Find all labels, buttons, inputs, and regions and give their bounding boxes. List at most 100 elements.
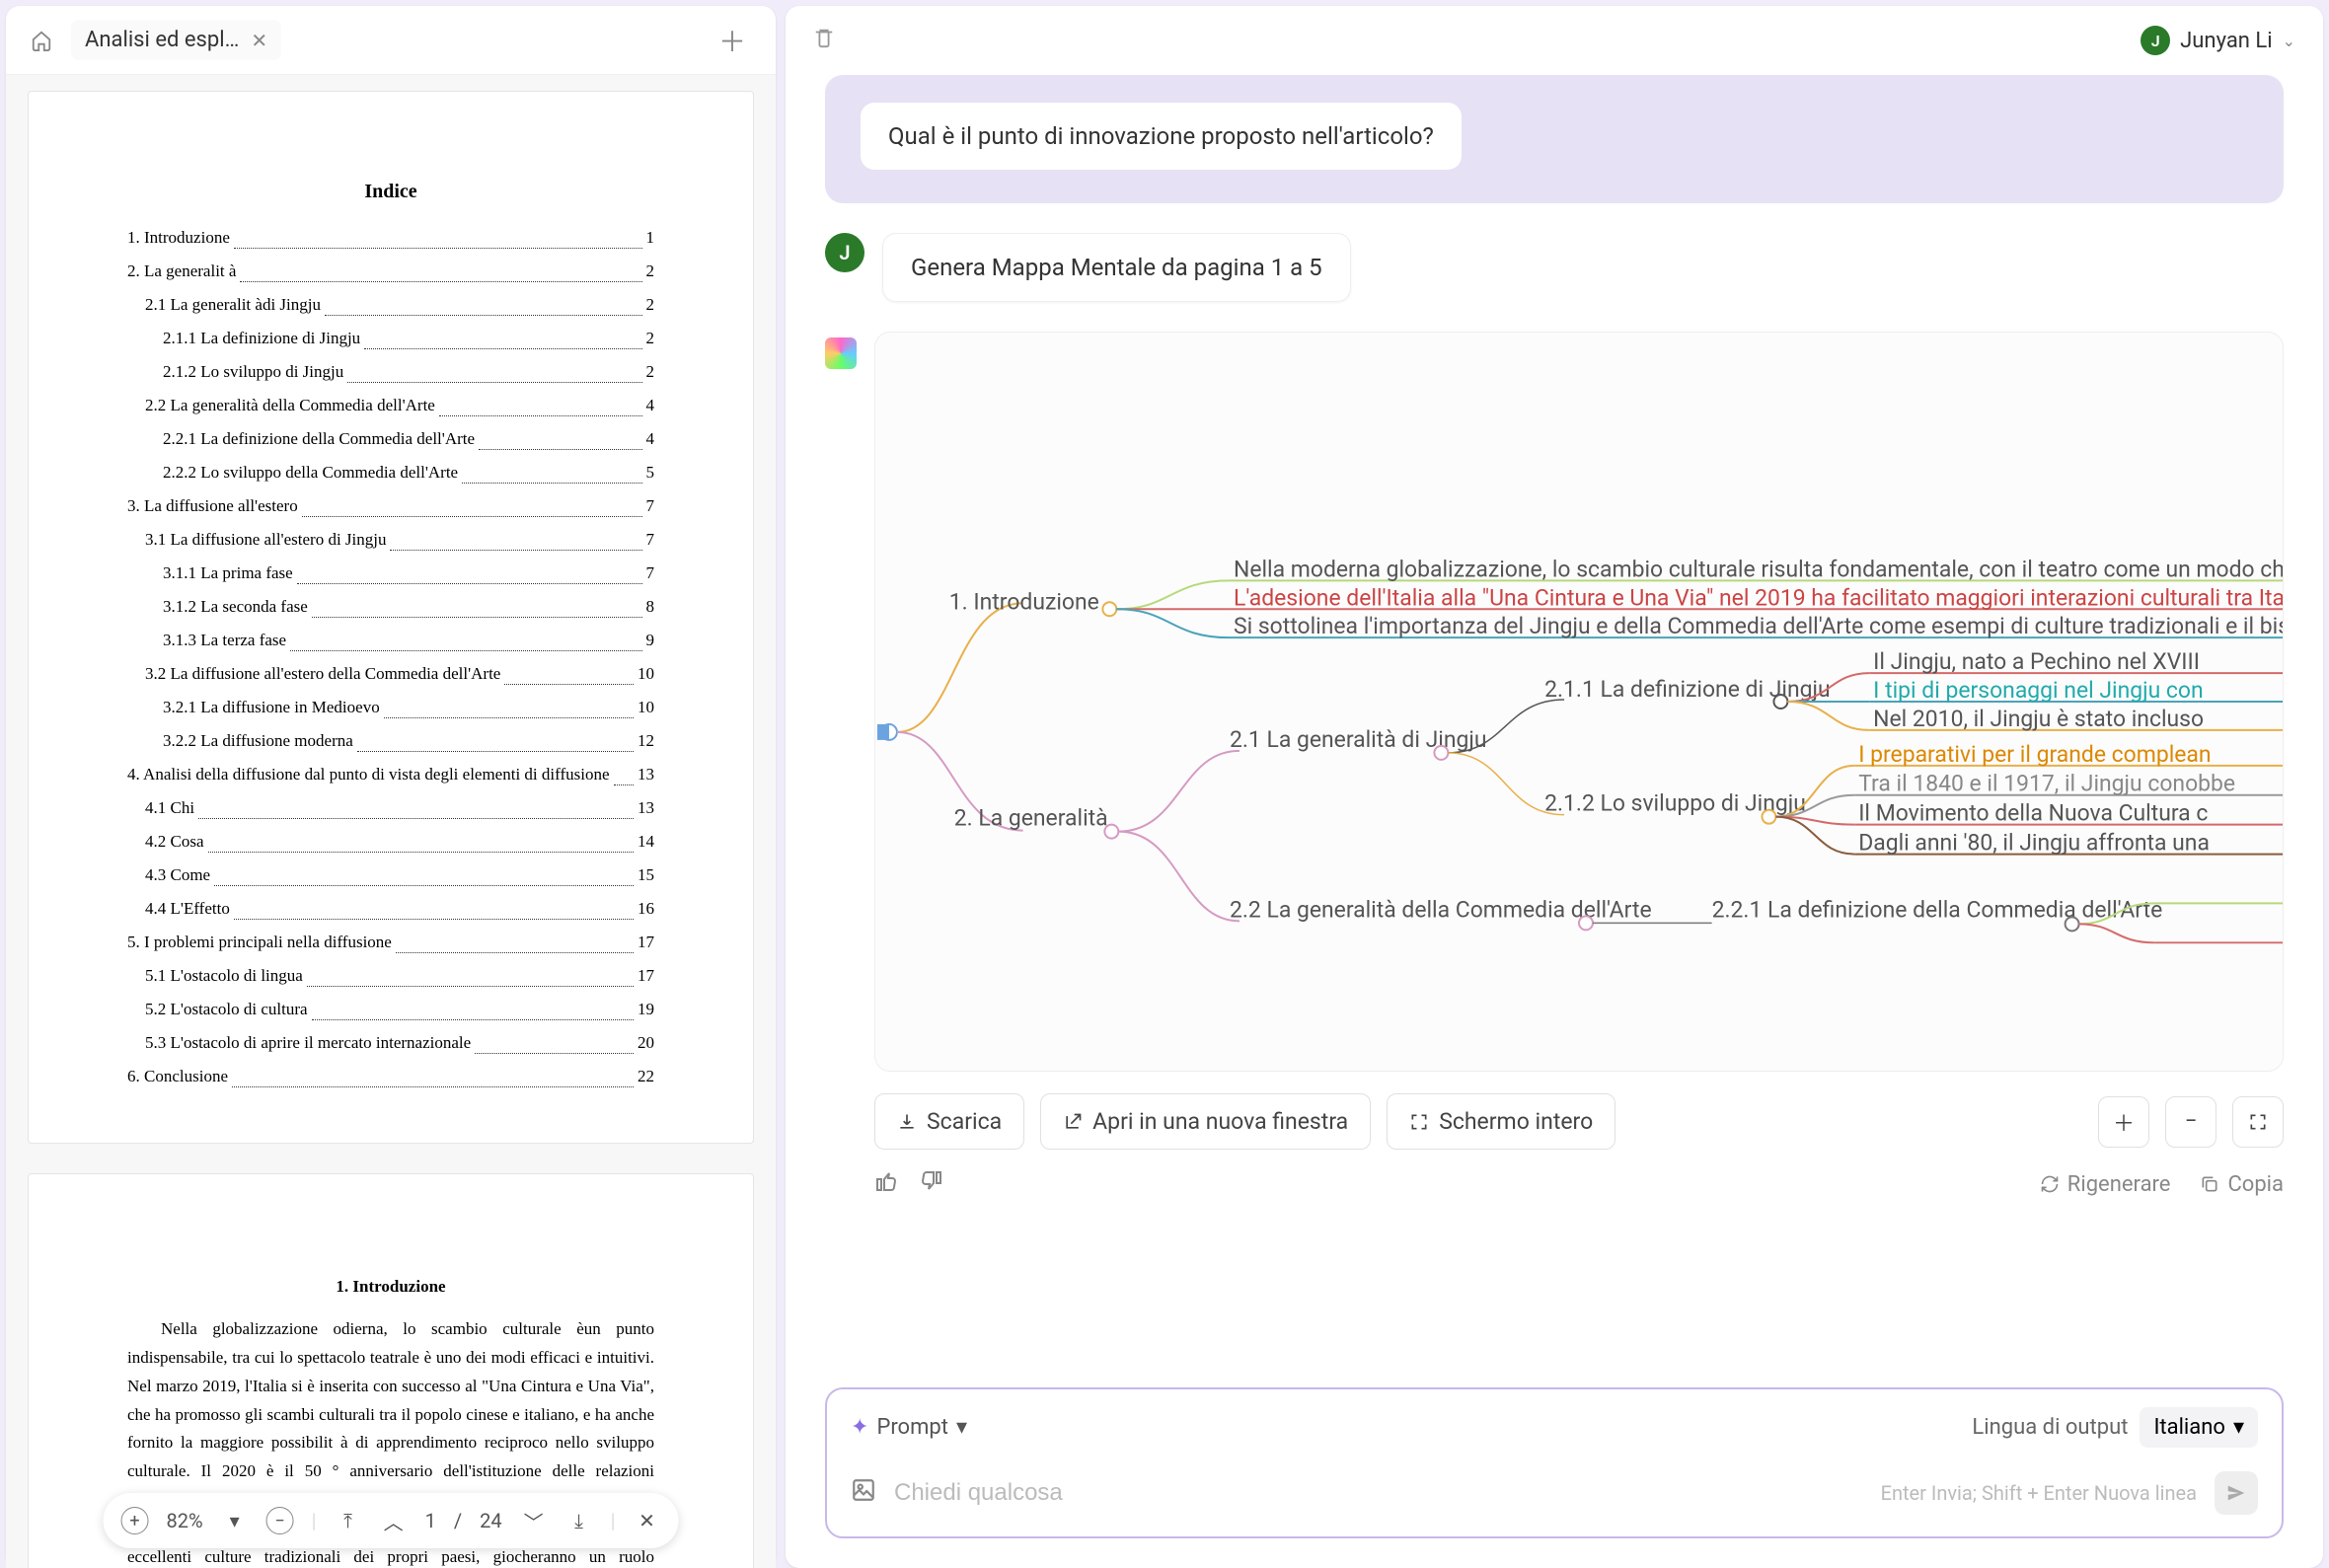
toc-label: 3. La diffusione all'estero [127,489,298,523]
thumbs-down-icon[interactable] [920,1169,943,1199]
toc-entry[interactable]: 3.2 La diffusione all'estero della Comme… [127,657,654,691]
toc-entry[interactable]: 3. La diffusione all'estero 7 [127,489,654,523]
toc-entry[interactable]: 3.1.2 La seconda fase8 [127,590,654,624]
zoom-dropdown[interactable]: ▾ [221,1507,249,1534]
download-button[interactable]: Scarica [874,1093,1024,1150]
prompt-top: ✦ Prompt ▾ Lingua di output Italiano ▾ [827,1389,2282,1465]
last-page-icon[interactable]: ⤓ [565,1507,593,1534]
page-current: 1 [425,1509,436,1532]
toc-label: 6. Conclusione [127,1060,228,1093]
toc-entry[interactable]: 2.2.1 La definizione della Commedia dell… [127,422,654,456]
svg-text:I tipi di personaggi nel Jingj: I tipi di personaggi nel Jingju con [1873,677,2204,704]
toc-entry[interactable]: 3.1.3 La terza fase9 [127,624,654,657]
suggested-question[interactable]: Qual è il punto di innovazione proposto … [861,103,1462,170]
language-value: Italiano [2153,1415,2225,1440]
right-header: J Junyan Li ⌄ [786,6,2323,75]
svg-text:2.2.1 La definizione della Com: 2.2.1 La definizione della Commedia dell… [1712,896,2163,923]
send-button[interactable] [2215,1471,2258,1515]
mindmap-actions: Scarica Apri in una nuova finestra Scher… [874,1093,2284,1150]
next-page-icon[interactable]: ﹀ [520,1507,548,1534]
toc-entry[interactable]: 2.1 La generalit àdi Jingju2 [127,288,654,322]
toc-entry[interactable]: 4.2 Cosa14 [127,825,654,859]
toc-entry[interactable]: 3.1 La diffusione all'estero di Jingju7 [127,523,654,557]
toc-dots [297,557,642,584]
regenerate-label: Rigenerare [2067,1172,2171,1197]
toc-page: 19 [638,993,654,1026]
svg-text:Nella moderna globalizzazione,: Nella moderna globalizzazione, lo scambi… [1234,556,2283,582]
avatar: J [825,233,864,272]
mindmap-svg: 1. Introduzione Nella moderna globalizza… [875,333,2283,1071]
toc-dots [479,422,641,450]
copy-button[interactable]: Copia [2200,1172,2284,1197]
toc-entry[interactable]: 4.4 L'Effetto16 [127,892,654,926]
fit-mindmap-button[interactable] [2232,1096,2284,1148]
input-hint: Enter Invia; Shift + Enter Nuova linea [1881,1481,2197,1505]
toc-entry[interactable]: 5.1 L'ostacolo di lingua17 [127,959,654,993]
toc-page: 17 [638,926,654,959]
prompt-selector[interactable]: ✦ Prompt ▾ [851,1415,967,1440]
toc-entry[interactable]: 4.3 Come15 [127,859,654,892]
user-menu[interactable]: J Junyan Li ⌄ [2141,26,2295,55]
toc-entry[interactable]: 5.2 L'ostacolo di cultura19 [127,993,654,1026]
toc-dots [312,590,642,618]
toc-page: 14 [638,825,654,859]
zoom-in-mindmap-button[interactable]: ＋ [2098,1096,2149,1148]
image-icon[interactable] [851,1477,876,1510]
toc-entry[interactable]: 3.2.2 La diffusione moderna12 [127,724,654,758]
download-icon [897,1112,917,1132]
document-tab[interactable]: Analisi ed espl… ✕ [71,20,281,60]
prev-page-icon[interactable]: ︿ [380,1507,408,1534]
mindmap-card[interactable]: 1. Introduzione Nella moderna globalizza… [874,332,2284,1072]
toc-entry[interactable]: 3.1.1 La prima fase7 [127,557,654,590]
trash-icon[interactable] [813,27,835,54]
toc-page: 4 [646,422,655,456]
prompt-input[interactable] [894,1479,1863,1507]
toc-label: 2.1 La generalit àdi Jingju [145,288,321,322]
toc-dots [357,724,634,752]
home-icon[interactable] [26,25,57,56]
first-page-icon[interactable]: ⤒ [335,1507,362,1534]
toc-dots [325,288,642,316]
prompt-label-text: Prompt [876,1415,948,1440]
zoom-out-button[interactable]: − [266,1507,294,1534]
toc-page: 13 [638,758,654,791]
toc-entry[interactable]: 2. La generalit à2 [127,255,654,288]
toc-dots [439,389,642,416]
close-toolbar-icon[interactable]: ✕ [633,1507,660,1534]
svg-text:Si sottolinea l'importanza del: Si sottolinea l'importanza del Jingju e … [1234,613,2283,639]
svg-text:I preparativi per il grande co: I preparativi per il grande complean [1858,741,2211,768]
toc-dots [214,859,634,886]
toc-entry[interactable]: 1. Introduzione1 [127,221,654,255]
toc-page: 7 [646,489,655,523]
thumbs-up-icon[interactable] [874,1169,898,1199]
close-icon[interactable]: ✕ [251,29,267,52]
toc-entry[interactable]: 2.2 La generalità della Commedia dell'Ar… [127,389,654,422]
fit-icon [2248,1112,2268,1132]
fullscreen-button[interactable]: Schermo intero [1387,1093,1615,1150]
regenerate-button[interactable]: Rigenerare [2040,1172,2171,1197]
toc-dots [475,1026,634,1054]
toc-dots [232,1060,634,1087]
external-link-icon [1063,1112,1083,1132]
toc-entry[interactable]: 3.2.1 La diffusione in Medioevo10 [127,691,654,724]
document-scroll[interactable]: Indice 1. Introduzione12. La generalit à… [6,75,776,1568]
zoom-in-button[interactable]: + [121,1507,149,1534]
toc-page: 2 [646,355,655,389]
add-tab-button[interactable]: ＋ [709,15,756,66]
toc-entry[interactable]: 5. I problemi principali nella diffusion… [127,926,654,959]
open-new-window-button[interactable]: Apri in una nuova finestra [1040,1093,1371,1150]
toc-entry[interactable]: 6. Conclusione22 [127,1060,654,1093]
toc-entry[interactable]: 2.2.2 Lo sviluppo della Commedia dell'Ar… [127,456,654,489]
language-select[interactable]: Italiano ▾ [2140,1407,2258,1448]
toc-entry[interactable]: 2.1.2 Lo sviluppo di Jingju2 [127,355,654,389]
toc-entry[interactable]: 2.1.1 La definizione di Jingju2 [127,322,654,355]
toc-dots [396,926,634,953]
ai-response-row: 1. Introduzione Nella moderna globalizza… [825,332,2284,1072]
toc-dots [208,825,635,853]
toc-entry[interactable]: 5.3 L'ostacolo di aprire il mercato inte… [127,1026,654,1060]
chat-scroll[interactable]: Qual è il punto di innovazione proposto … [786,75,2323,1378]
toc-dots [234,892,634,920]
toc-entry[interactable]: 4. Analisi della diffusione dal punto di… [127,758,654,791]
toc-entry[interactable]: 4.1 Chi13 [127,791,654,825]
zoom-out-mindmap-button[interactable]: − [2165,1096,2216,1148]
